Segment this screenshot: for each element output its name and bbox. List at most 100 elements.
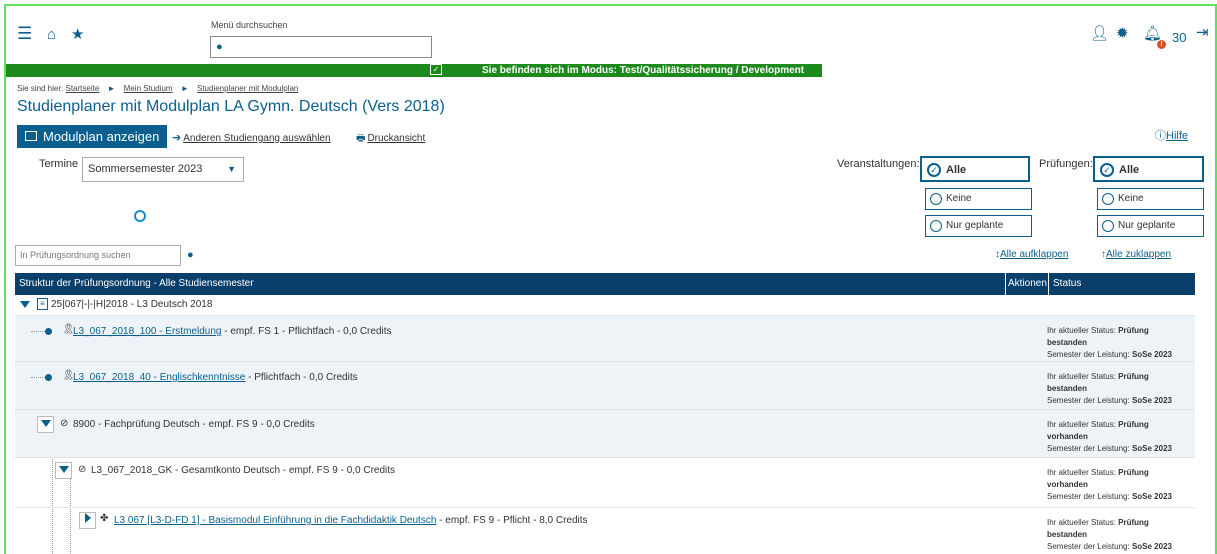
druckansicht-label: Druckansicht bbox=[367, 133, 426, 144]
radio-icon bbox=[930, 220, 942, 232]
veranstaltungen-keine-label: Keine bbox=[946, 193, 972, 204]
menu-search-input[interactable]: ● bbox=[210, 36, 432, 58]
menu-search-label: Menü durchsuchen bbox=[211, 20, 288, 30]
mode-banner: ✓ Sie befinden sich im Modus: Test/Quali… bbox=[6, 64, 1215, 77]
alle-zuklappen-link[interactable]: ↑Alle zuklappen bbox=[1101, 249, 1171, 260]
status-cell: Ihr aktueller Status: Prüfung bestanden … bbox=[1047, 325, 1172, 361]
semester-prefix: Semester der Leistung: bbox=[1047, 396, 1130, 405]
bell-icon[interactable]: 🔔︎ bbox=[1143, 26, 1162, 41]
semester-value: SoSe 2023 bbox=[1131, 396, 1172, 405]
checkbox-icon: ✓ bbox=[430, 64, 442, 75]
anderen-studiengang-link[interactable]: ➔ Anderen Studiengang auswählen bbox=[172, 131, 331, 144]
collapse-toggle[interactable] bbox=[55, 462, 72, 479]
po-search-input[interactable]: In Prüfungsordnung suchen bbox=[15, 245, 181, 266]
status-value: Prüfung bbox=[1118, 420, 1149, 429]
page-title: Studienplaner mit Modulplan LA Gymn. Deu… bbox=[17, 98, 445, 115]
status-value-2: vorhanden bbox=[1047, 480, 1088, 489]
mode-banner-text: Sie befinden sich im Modus: Test/Qualitä… bbox=[482, 65, 805, 76]
status-value-2: vorhanden bbox=[1047, 432, 1088, 441]
pruefungen-alle-button[interactable]: ✓ Alle bbox=[1093, 156, 1204, 182]
status-cell: Ihr aktueller Status: Prüfung bestanden … bbox=[1047, 371, 1172, 407]
loading-spinner-icon bbox=[134, 210, 146, 222]
chevron-down-icon bbox=[40, 420, 51, 427]
menu-icon[interactable]: ☰ bbox=[17, 25, 32, 42]
pruefungen-label: Prüfungen: bbox=[1039, 158, 1093, 170]
breadcrumb-prefix: Sie sind hier: bbox=[17, 84, 64, 93]
anderen-studiengang-label: Anderen Studiengang auswählen bbox=[183, 133, 331, 144]
breadcrumb-studienplaner[interactable]: Studienplaner mit Modulplan bbox=[197, 84, 298, 93]
collapse-toggle[interactable] bbox=[37, 416, 54, 433]
top-bar: ☰ ⌂ ★ Menü durchsuchen ● 👤︎ ✹ 🔔︎ ! 30 ⇥ bbox=[6, 6, 1214, 64]
table-header: Struktur der Prüfungsordnung - Alle Stud… bbox=[15, 273, 1195, 295]
column-header-status: Status bbox=[1053, 278, 1082, 289]
row-label-fachpruefung: 8900 - Fachprüfung Deutsch - empf. FS 9 … bbox=[73, 419, 315, 430]
arrow-right-icon: ➔ bbox=[172, 132, 182, 144]
chevron-down-icon bbox=[58, 466, 69, 473]
status-value: Prüfung bbox=[1118, 326, 1149, 335]
bullet-icon bbox=[45, 374, 52, 381]
row-link-erstmeldung[interactable]: L3_067_2018_100 - Erstmeldung bbox=[73, 326, 221, 337]
check-circle-icon: ✓ bbox=[927, 163, 941, 177]
row-link-englischkenntnisse[interactable]: L3_067_2018_40 - Englischkenntnisse bbox=[73, 372, 245, 383]
status-cell: Ihr aktueller Status: Prüfung vorhanden … bbox=[1047, 419, 1172, 455]
pruefungen-alle-label: Alle bbox=[1119, 164, 1140, 176]
table-row: 🎗︎ L3_067_2018_100 - Erstmeldung - empf.… bbox=[15, 316, 1195, 362]
hilfe-label: Hilfe bbox=[1166, 130, 1189, 142]
status-cell: Ihr aktueller Status: Prüfung bestanden … bbox=[1047, 517, 1172, 553]
table-row: ✤ L3 067 [L3-D-FD 1] - Basismodul Einfüh… bbox=[15, 508, 1195, 554]
modulplan-button[interactable]: Modulplan anzeigen bbox=[17, 125, 167, 148]
row-detail: - empf. FS 1 - Pflichtfach - 0,0 Credits bbox=[221, 326, 392, 337]
veranstaltungen-geplante-label: Nur geplante bbox=[946, 220, 1004, 231]
document-icon: ≡ bbox=[37, 298, 48, 310]
radio-icon bbox=[1102, 220, 1114, 232]
column-header-aktionen: Aktionen bbox=[1005, 273, 1049, 295]
semester-value: SoSe 2023 bbox=[1131, 350, 1172, 359]
bullet-icon bbox=[45, 328, 52, 335]
table-row: 🎗︎ L3_067_2018_40 - Englischkenntnisse -… bbox=[15, 362, 1195, 410]
veranstaltungen-label: Veranstaltungen: bbox=[837, 158, 920, 170]
search-icon[interactable]: ● bbox=[187, 249, 194, 261]
star-icon[interactable]: ★ bbox=[71, 27, 84, 42]
druckansicht-link[interactable]: 🖶︎ Druckansicht bbox=[356, 131, 425, 148]
chevron-down-icon: ▼ bbox=[227, 164, 236, 174]
logout-icon[interactable]: ⇥ bbox=[1196, 25, 1209, 40]
status-value-2: bestanden bbox=[1047, 530, 1088, 539]
veranstaltungen-keine-button[interactable]: Keine bbox=[925, 188, 1032, 210]
status-cell: Ihr aktueller Status: Prüfung vorhanden … bbox=[1047, 467, 1172, 503]
user-icon[interactable]: 👤︎ bbox=[1090, 26, 1109, 41]
pruefungen-keine-button[interactable]: Keine bbox=[1097, 188, 1204, 210]
hilfe-link[interactable]: ⓘHilfe bbox=[1155, 127, 1188, 143]
semester-value: SoSe 2023 bbox=[1131, 444, 1172, 453]
breadcrumb: Sie sind hier: Startseite ► Mein Studium… bbox=[17, 84, 298, 93]
alle-aufklappen-link[interactable]: ↕Alle aufklappen bbox=[995, 249, 1068, 260]
module-icon: ✤ bbox=[100, 513, 109, 524]
status-prefix: Ihr aktueller Status: bbox=[1047, 420, 1116, 429]
breadcrumb-mein-studium[interactable]: Mein Studium bbox=[124, 84, 173, 93]
termine-select[interactable]: Sommersemester 2023 ▼ bbox=[82, 157, 244, 182]
alle-aufklappen-label: Alle aufklappen bbox=[1000, 249, 1069, 260]
veranstaltungen-alle-button[interactable]: ✓ Alle bbox=[920, 156, 1030, 182]
home-icon[interactable]: ⌂ bbox=[47, 27, 56, 42]
pruefungen-geplante-label: Nur geplante bbox=[1118, 220, 1176, 231]
collapse-toggle[interactable] bbox=[20, 300, 30, 311]
status-value-2: bestanden bbox=[1047, 338, 1088, 347]
radio-icon bbox=[1102, 193, 1114, 205]
status-prefix: Ihr aktueller Status: bbox=[1047, 372, 1116, 381]
root-label: 25|067|-|-|H|2018 - L3 Deutsch 2018 bbox=[51, 299, 213, 310]
table-row: ⊘ 8900 - Fachprüfung Deutsch - empf. FS … bbox=[15, 410, 1195, 458]
termine-selected-value: Sommersemester 2023 bbox=[88, 163, 203, 175]
breadcrumb-startseite[interactable]: Startseite bbox=[65, 84, 99, 93]
status-value-2: bestanden bbox=[1047, 384, 1088, 393]
semester-prefix: Semester der Leistung: bbox=[1047, 444, 1130, 453]
pruefungen-geplante-button[interactable]: Nur geplante bbox=[1097, 215, 1204, 237]
radio-icon bbox=[930, 193, 942, 205]
expand-toggle[interactable] bbox=[79, 512, 96, 529]
semester-prefix: Semester der Leistung: bbox=[1047, 492, 1130, 501]
check-circle-icon: ✓ bbox=[1100, 163, 1114, 177]
gear-icon[interactable]: ✹ bbox=[1116, 26, 1129, 41]
termine-label: Termine bbox=[39, 158, 79, 170]
row-link-basismodul[interactable]: L3 067 [L3-D-FD 1] - Basismodul Einführu… bbox=[114, 515, 436, 526]
chevron-right-icon: ► bbox=[107, 84, 116, 93]
veranstaltungen-alle-label: Alle bbox=[946, 164, 967, 176]
veranstaltungen-geplante-button[interactable]: Nur geplante bbox=[925, 215, 1032, 237]
